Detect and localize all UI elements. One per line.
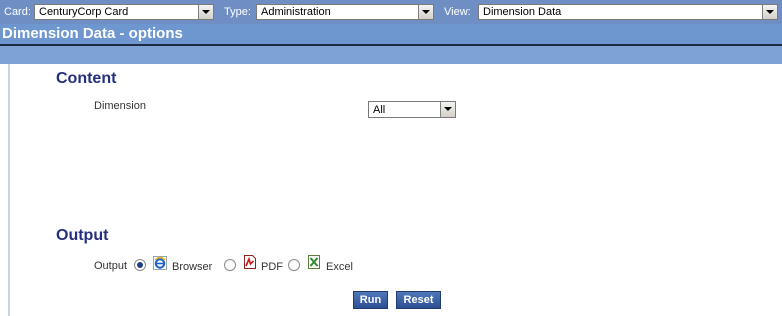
chevron-down-icon[interactable]	[762, 5, 777, 19]
output-radio-pdf[interactable]	[224, 259, 236, 271]
pdf-icon	[244, 255, 256, 269]
view-label: View:	[444, 6, 471, 18]
card-select-value: CenturyCorp Card	[39, 6, 129, 18]
content-heading: Content	[56, 70, 117, 87]
dimension-select[interactable]: All	[368, 101, 456, 118]
output-radio-browser[interactable]	[134, 259, 146, 271]
card-select[interactable]: CenturyCorp Card	[34, 4, 214, 20]
header-band	[0, 46, 782, 64]
output-radio-excel[interactable]	[288, 259, 300, 271]
browser-icon	[153, 256, 167, 270]
dimension-select-value: All	[373, 104, 386, 116]
card-label: Card:	[4, 6, 31, 18]
type-select[interactable]: Administration	[256, 4, 434, 20]
chevron-down-icon[interactable]	[440, 102, 455, 117]
view-select[interactable]: Dimension Data	[478, 4, 778, 20]
page-title: Dimension Data - options	[2, 25, 183, 42]
dimension-label: Dimension	[94, 100, 146, 112]
run-button[interactable]: Run	[353, 291, 388, 309]
excel-icon	[308, 255, 320, 269]
reset-button[interactable]: Reset	[396, 291, 441, 309]
output-option-browser[interactable]: Browser	[172, 261, 212, 273]
output-label: Output	[94, 260, 128, 272]
output-heading: Output	[56, 227, 109, 244]
page-header: Dimension Data - options	[0, 24, 782, 44]
output-option-pdf[interactable]: PDF	[261, 261, 283, 273]
output-option-excel[interactable]: Excel	[326, 261, 353, 273]
type-select-value: Administration	[261, 6, 331, 18]
chevron-down-icon[interactable]	[418, 5, 433, 19]
view-select-value: Dimension Data	[483, 6, 562, 18]
chevron-down-icon[interactable]	[198, 5, 213, 19]
filter-bar: Card: CenturyCorp Card Type: Administrat…	[0, 0, 782, 25]
left-divider	[8, 64, 10, 316]
type-label: Type:	[224, 6, 251, 18]
